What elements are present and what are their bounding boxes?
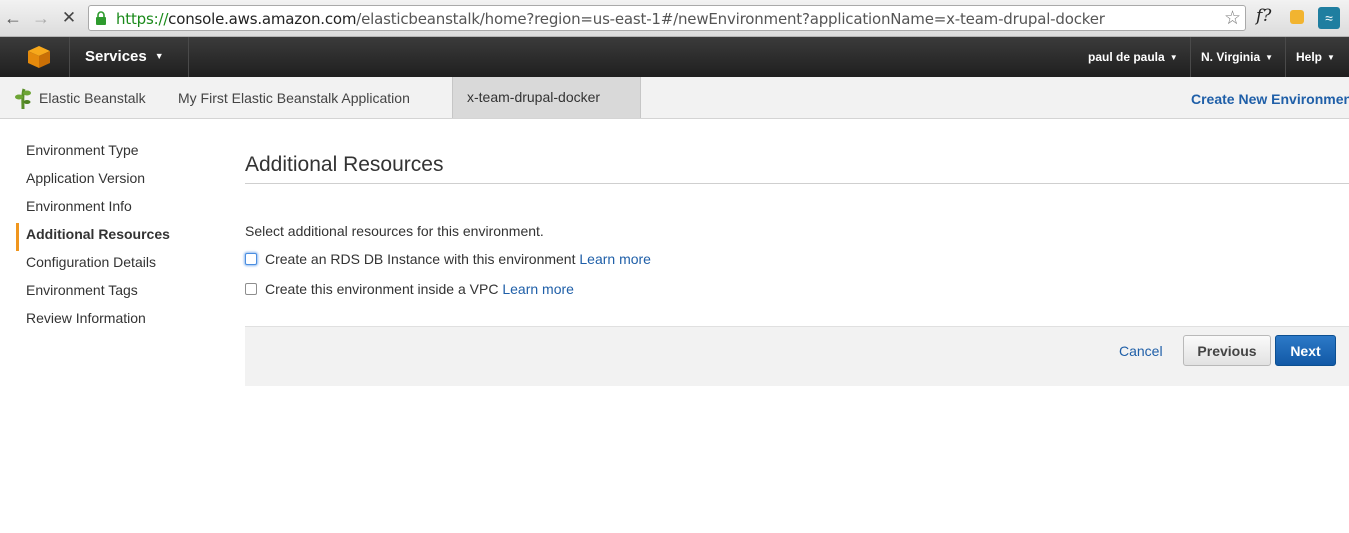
header-divider	[1285, 37, 1286, 77]
sidebar-item-environment-type[interactable]: Environment Type	[16, 139, 216, 167]
breadcrumb-environment-label: x-team-drupal-docker	[467, 89, 601, 105]
browser-toolbar: ← → ✕ https://console.aws.amazon.com/ela…	[0, 0, 1349, 37]
chevron-down-icon: ▼	[1169, 53, 1178, 62]
services-menu[interactable]: Services ▼	[85, 48, 164, 65]
back-arrow-icon[interactable]: ←	[3, 8, 23, 28]
address-bar[interactable]: https://console.aws.amazon.com/elasticbe…	[88, 5, 1246, 31]
page-title: Additional Resources	[245, 153, 444, 176]
sidebar-item-environment-info[interactable]: Environment Info	[16, 195, 216, 223]
sidebar-item-configuration-details[interactable]: Configuration Details	[16, 251, 216, 279]
header-divider	[69, 37, 70, 77]
sidebar-item-additional-resources[interactable]: Additional Resources	[16, 223, 216, 251]
breadcrumb-environment[interactable]: x-team-drupal-docker	[452, 77, 641, 118]
sidebar-item-application-version[interactable]: Application Version	[16, 167, 216, 195]
bookmark-star-icon[interactable]: ☆	[1224, 7, 1241, 30]
breadcrumb-application[interactable]: My First Elastic Beanstalk Application	[178, 90, 410, 106]
vpc-option-row: Create this environment inside a VPC Lea…	[245, 281, 574, 297]
vpc-checkbox[interactable]	[245, 283, 257, 295]
extension-wave-icon[interactable]: ≈	[1318, 7, 1340, 29]
region-menu[interactable]: N. Virginia ▼	[1201, 50, 1273, 64]
user-menu[interactable]: paul de paula ▼	[1088, 50, 1178, 64]
chevron-down-icon: ▼	[1265, 53, 1274, 62]
help-menu[interactable]: Help ▼	[1296, 50, 1335, 64]
header-divider	[1190, 37, 1191, 77]
vpc-option-label: Create this environment inside a VPC	[265, 281, 499, 297]
rds-option-label: Create an RDS DB Instance with this envi…	[265, 251, 576, 267]
sidebar-item-environment-tags[interactable]: Environment Tags	[16, 279, 216, 307]
breadcrumb: Elastic Beanstalk My First Elastic Beans…	[0, 77, 1349, 119]
stop-loading-icon[interactable]: ✕	[59, 8, 79, 28]
section-description: Select additional resources for this env…	[245, 223, 544, 239]
elastic-beanstalk-icon	[15, 88, 31, 109]
rds-checkbox[interactable]	[245, 253, 257, 265]
forward-arrow-icon[interactable]: →	[31, 8, 51, 28]
extension-box-icon[interactable]	[1290, 10, 1304, 24]
wizard-footer: Cancel Previous Next	[245, 326, 1349, 386]
aws-cube-logo-icon[interactable]	[27, 46, 51, 68]
next-button[interactable]: Next	[1275, 335, 1336, 366]
lock-icon	[96, 11, 106, 25]
url-text: https://console.aws.amazon.com/elasticbe…	[116, 10, 1105, 28]
extension-f-icon[interactable]: f?	[1256, 6, 1271, 26]
title-divider	[245, 183, 1349, 184]
rds-learn-more-link[interactable]: Learn more	[579, 251, 651, 267]
cancel-link[interactable]: Cancel	[1119, 343, 1163, 359]
header-divider	[188, 37, 189, 77]
wizard-steps-sidebar: Environment Type Application Version Env…	[16, 139, 216, 335]
vpc-learn-more-link[interactable]: Learn more	[502, 281, 574, 297]
breadcrumb-service[interactable]: Elastic Beanstalk	[39, 90, 146, 106]
rds-option-row: Create an RDS DB Instance with this envi…	[245, 251, 651, 267]
chevron-down-icon: ▼	[154, 51, 164, 61]
previous-button[interactable]: Previous	[1183, 335, 1271, 366]
chevron-down-icon: ▼	[1327, 53, 1335, 62]
sidebar-item-review-information[interactable]: Review Information	[16, 307, 216, 335]
aws-console-header: Services ▼ paul de paula ▼ N. Virginia ▼ He…	[0, 37, 1349, 77]
create-new-environment-link[interactable]: Create New Environment	[1191, 91, 1349, 107]
